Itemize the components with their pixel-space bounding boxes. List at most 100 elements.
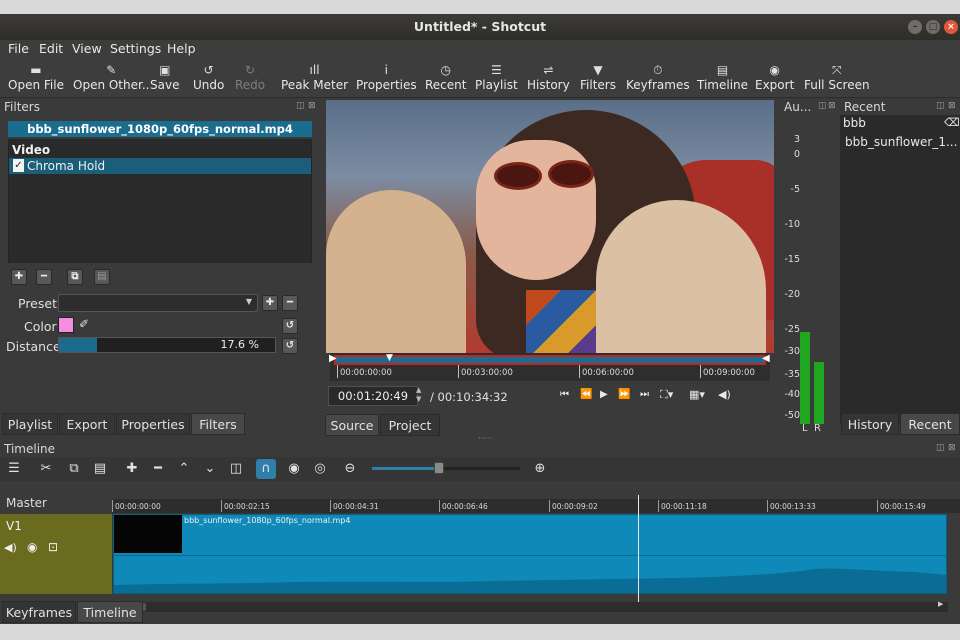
scrub-eye-icon[interactable]: ◉ <box>284 459 304 479</box>
playhead-marker-icon[interactable]: ▼ <box>386 353 393 363</box>
delete-preset-icon[interactable]: ━ <box>282 295 298 311</box>
menu-file[interactable]: File <box>8 41 29 56</box>
maximize-icon[interactable]: □ <box>926 20 940 34</box>
minimize-icon[interactable]: – <box>908 20 922 34</box>
panel-close-icon[interactable]: ⊠ <box>948 443 956 453</box>
timeline-clip[interactable]: bbb_sunflower_1080p_60fps_normal.mp4 <box>113 514 947 594</box>
add-filter-icon[interactable]: ✚ <box>11 269 27 285</box>
lift-icon[interactable]: ⌃ <box>174 459 194 479</box>
skip-next-icon[interactable]: ⏭ <box>640 389 649 400</box>
remove-icon[interactable]: ━ <box>148 459 168 479</box>
position-timecode[interactable]: 00:01:20:49 <box>328 386 418 406</box>
reset-distance-icon[interactable]: ↺ <box>282 338 298 354</box>
menu-view[interactable]: View <box>72 41 102 56</box>
tab-filters[interactable]: Filters <box>191 413 245 435</box>
panel-float-icon[interactable]: ◫ <box>936 101 945 111</box>
mute-icon[interactable]: ◀) <box>4 541 17 554</box>
history-button[interactable]: ⇌ History <box>527 62 570 92</box>
fast-forward-icon[interactable]: ⏩ <box>618 389 630 400</box>
color-swatch[interactable] <box>58 317 74 333</box>
tab-export[interactable]: Export <box>59 413 115 435</box>
volume-icon[interactable]: ◀) <box>718 388 731 401</box>
snap-magnet-icon[interactable]: ∩ <box>256 459 276 479</box>
save-preset-icon[interactable]: ✚ <box>262 295 278 311</box>
video-preview[interactable] <box>326 100 774 353</box>
tab-source[interactable]: Source <box>325 414 379 436</box>
zoom-view-icon[interactable]: ⛶▾ <box>660 388 673 402</box>
grid-icon[interactable]: ▦▾ <box>689 388 705 401</box>
zoom-in-icon[interactable]: ⊕ <box>530 459 550 479</box>
undo-button[interactable]: ↺ Undo <box>193 62 224 92</box>
filter-checkbox[interactable]: ✓ <box>13 159 24 172</box>
playlist-button[interactable]: ☰ Playlist <box>475 62 518 92</box>
panel-float-icon[interactable]: ◫ <box>818 101 827 111</box>
clear-search-icon[interactable]: ⌫ <box>944 116 960 129</box>
v1-track-header[interactable]: V1 ◀) ◉ ⊡ <box>0 514 112 594</box>
panel-close-icon[interactable]: ⊠ <box>828 101 836 111</box>
timeline-playhead[interactable] <box>638 495 639 603</box>
close-icon[interactable]: × <box>944 20 958 34</box>
timeline-button[interactable]: ▤ Timeline <box>697 62 748 92</box>
tab-project[interactable]: Project <box>380 414 440 436</box>
export-button[interactable]: ◉ Export <box>755 62 794 92</box>
paste-icon[interactable]: ▤ <box>90 459 110 479</box>
panel-float-icon[interactable]: ◫ <box>936 443 945 453</box>
timeline-ruler[interactable]: 00:00:00:00 00:00:02:15 00:00:04:31 00:0… <box>112 499 960 513</box>
paste-filter-icon[interactable]: ▤ <box>94 269 110 285</box>
tab-keyframes[interactable]: Keyframes <box>2 601 76 623</box>
recent-button[interactable]: ◷ Recent <box>425 62 466 92</box>
zoom-slider[interactable] <box>372 462 520 474</box>
save-button[interactable]: ▣ Save <box>150 62 179 92</box>
eyedropper-icon[interactable]: ✐ <box>79 317 89 331</box>
in-point-icon[interactable]: ▶ <box>329 353 337 364</box>
tab-timeline[interactable]: Timeline <box>77 601 143 623</box>
zoom-slider-handle[interactable] <box>434 462 444 474</box>
properties-button[interactable]: i Properties <box>356 62 417 92</box>
tab-playlist[interactable]: Playlist <box>2 413 58 435</box>
panel-float-icon[interactable]: ◫ <box>296 101 305 111</box>
panel-close-icon[interactable]: ⊠ <box>948 101 956 111</box>
cut-icon[interactable]: ✂ <box>36 459 56 479</box>
remove-filter-icon[interactable]: ━ <box>36 269 52 285</box>
hide-eye-icon[interactable]: ◉ <box>27 540 37 554</box>
distance-slider[interactable]: 17.6 % <box>58 337 276 353</box>
preset-dropdown[interactable]: ▼ <box>58 294 258 312</box>
scroll-right-icon[interactable]: ▶ <box>938 600 943 608</box>
tab-properties[interactable]: Properties <box>116 413 190 435</box>
rewind-icon[interactable]: ⏪ <box>580 389 592 400</box>
zoom-out-icon[interactable]: ⊖ <box>340 459 360 479</box>
out-point-icon[interactable]: ◀ <box>762 353 770 364</box>
menu-settings[interactable]: Settings <box>110 41 161 56</box>
timecode-spinner-icon[interactable]: ▲ ▼ <box>416 386 421 404</box>
overwrite-icon[interactable]: ⌄ <box>200 459 220 479</box>
lock-icon[interactable]: ⊡ <box>48 540 58 554</box>
splitter-handle-icon[interactable]: ····· <box>478 434 492 444</box>
filters-button[interactable]: ▼ Filters <box>580 62 616 92</box>
tab-history[interactable]: History <box>841 413 899 435</box>
panel-close-icon[interactable]: ⊠ <box>308 101 316 111</box>
recent-list-item[interactable]: bbb_sunflower_1... <box>845 135 957 149</box>
timeline-menu-icon[interactable]: ☰ <box>4 459 24 479</box>
recent-search-input[interactable]: bbb ⌫ <box>840 115 960 133</box>
filter-item-chroma-hold[interactable]: ✓ Chroma Hold <box>9 158 311 174</box>
ripple-icon[interactable]: ◎ <box>310 459 330 479</box>
player-scrubber[interactable]: ▶ ◀ ▼ 00:00:00:00 00:03:00:00 00:06:00:0… <box>329 353 770 381</box>
skip-previous-icon[interactable]: ⏮ <box>560 389 569 400</box>
redo-button[interactable]: ↻ Redo <box>235 62 265 92</box>
peak-meter-button[interactable]: ıll Peak Meter <box>281 62 348 92</box>
open-other-button[interactable]: ✎ Open Other.. <box>73 62 149 92</box>
copy-filter-icon[interactable]: ⧉ <box>67 269 83 285</box>
play-icon[interactable]: ▶ <box>600 389 608 400</box>
keyframes-button[interactable]: ⏱ Keyframes <box>626 62 690 92</box>
menu-edit[interactable]: Edit <box>39 41 63 56</box>
reset-color-icon[interactable]: ↺ <box>282 318 298 334</box>
copy-icon[interactable]: ⧉ <box>64 459 84 479</box>
append-icon[interactable]: ✚ <box>122 459 142 479</box>
scarf-image <box>526 290 596 353</box>
menu-help[interactable]: Help <box>167 41 196 56</box>
open-file-button[interactable]: ▬ Open File <box>8 62 64 92</box>
full-screen-button[interactable]: ⤧ Full Screen <box>804 62 870 92</box>
split-icon[interactable]: ◫ <box>226 459 246 479</box>
tab-recent[interactable]: Recent <box>900 413 960 435</box>
timeline-scrollbar[interactable]: ◀ ▶ <box>112 600 948 612</box>
